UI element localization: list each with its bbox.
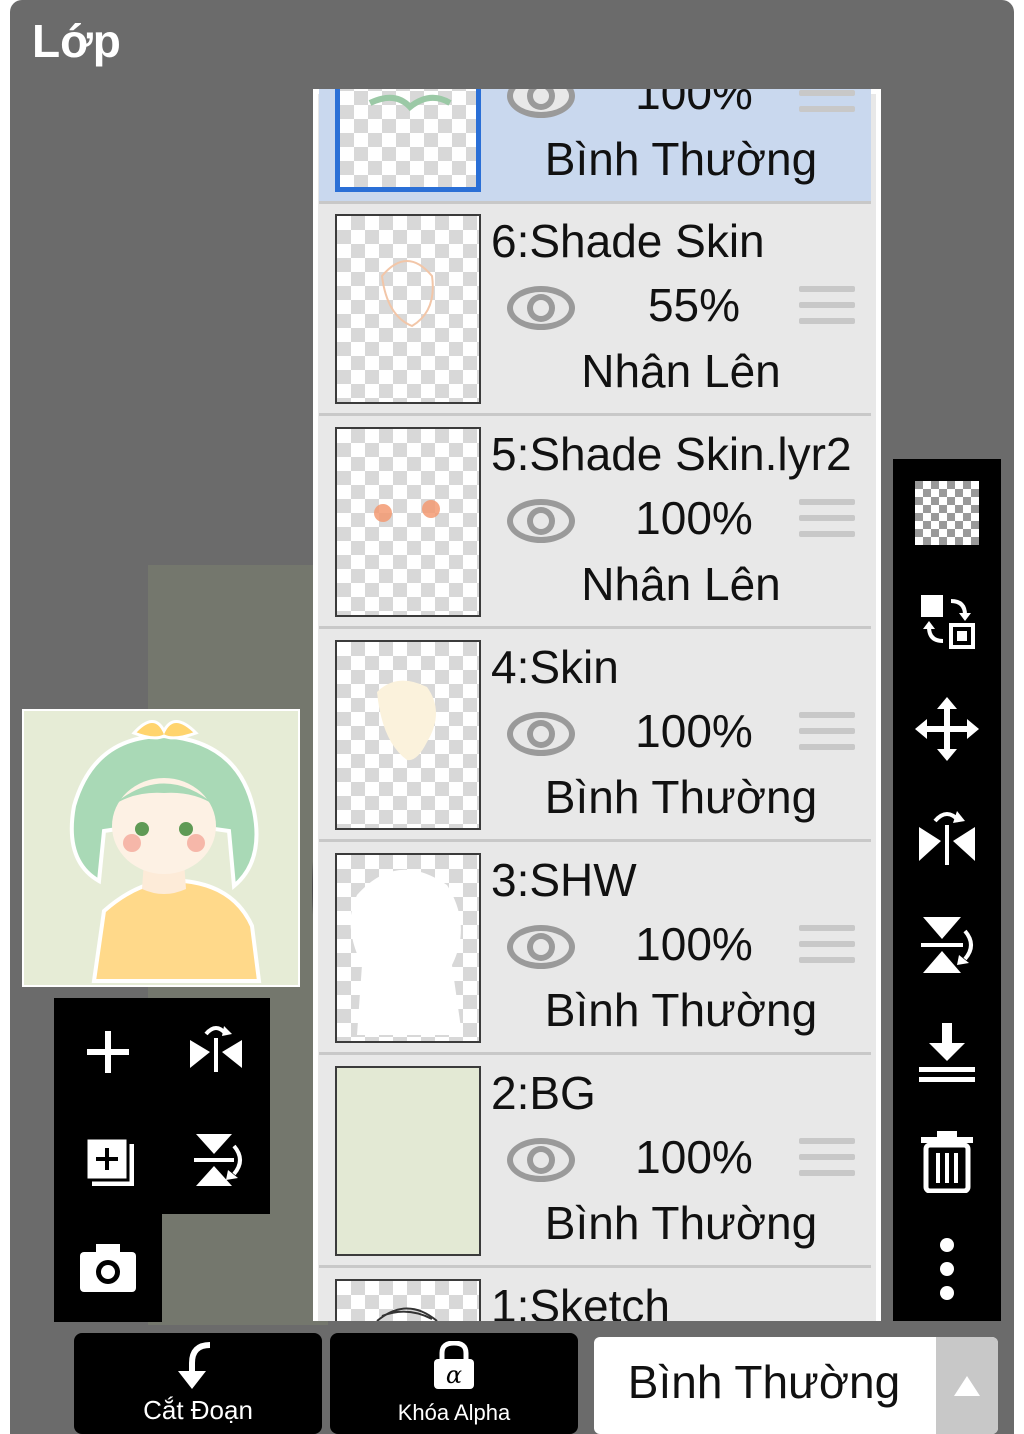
visibility-eye-icon[interactable] (505, 278, 577, 338)
chevron-up-icon (954, 1375, 980, 1396)
layer-row[interactable]: 6:Shade Skin 55% Nhân Lên (319, 206, 871, 416)
layer-thumbnail (335, 853, 481, 1043)
swap-icon (921, 595, 975, 649)
layer-name: 3:SHW (491, 854, 637, 906)
svg-text:α: α (446, 1361, 462, 1389)
visibility-eye-icon[interactable] (505, 1130, 577, 1190)
flip-vertical-canvas-button[interactable] (176, 1120, 256, 1200)
flip-vertical-layer-button[interactable] (907, 905, 987, 985)
layer-row-selected[interactable]: 100% Bình Thường (319, 89, 871, 204)
layer-opacity[interactable]: 100% (609, 704, 779, 758)
move-layer-button[interactable] (907, 689, 987, 769)
layer-thumbnail (335, 1066, 481, 1256)
layer-row[interactable]: 3:SHW 100% Bình Thường (319, 845, 871, 1055)
layer-blend-mode: Nhân Lên (581, 558, 781, 610)
trash-icon (921, 1131, 973, 1193)
transparency-button[interactable] (907, 473, 987, 553)
layer-blend-mode: Bình Thường (544, 133, 818, 185)
clip-arrow-icon (178, 1342, 211, 1389)
flip-vertical-icon (921, 917, 973, 973)
add-layer-button[interactable] (68, 1012, 148, 1092)
add-copy-icon (84, 1136, 134, 1186)
blush-thumb-art (374, 500, 440, 522)
visibility-eye-icon[interactable] (505, 704, 577, 764)
layer-name: 4:Skin (491, 641, 619, 693)
move-arrows-icon (915, 697, 979, 761)
clipping-button[interactable]: Cắt Đoạn (74, 1333, 322, 1434)
layer-opacity[interactable]: 100% (609, 917, 779, 971)
right-toolbar (893, 459, 1001, 1321)
blend-mode-select[interactable]: Bình Thường (594, 1337, 998, 1434)
layer-row[interactable]: 2:BG 100% Bình Thường (319, 1058, 871, 1268)
drag-handle-icon[interactable] (799, 925, 855, 971)
sketch-thumb-art (376, 1307, 438, 1321)
plus-icon (87, 1031, 129, 1073)
drag-handle-icon[interactable] (799, 1138, 855, 1184)
layer-opacity[interactable]: 100% (609, 89, 779, 120)
layer-blend-mode: Nhân Lên (581, 345, 781, 397)
layer-name: 2:BG (491, 1067, 596, 1119)
panel-title: Lớp (32, 15, 121, 67)
merge-down-button[interactable] (907, 1013, 987, 1093)
lock-alpha-icon: α (434, 1341, 474, 1389)
shade-skin-thumb-art (380, 260, 434, 328)
skin-thumb-art (377, 680, 436, 761)
drag-handle-icon[interactable] (799, 712, 855, 758)
checkerboard-icon (915, 481, 979, 545)
shw-thumb-art (350, 869, 462, 1035)
layer-blend-mode: Bình Thường (544, 1197, 818, 1249)
add-layer-copy-button[interactable] (68, 1120, 148, 1200)
import-photo-button[interactable] (68, 1228, 148, 1308)
layer-opacity[interactable]: 55% (609, 278, 779, 332)
flip-vertical-icon (194, 1134, 242, 1186)
leaf-thumb-art (368, 94, 452, 112)
layer-thumbnail (335, 427, 481, 617)
canvas-preview[interactable] (22, 709, 300, 987)
drag-handle-icon[interactable] (799, 89, 855, 120)
layer-blend-mode: Bình Thường (544, 771, 818, 823)
merge-down-icon (919, 1023, 975, 1082)
more-vertical-icon (940, 1238, 954, 1300)
layer-name: 6:Shade Skin (491, 215, 765, 267)
layer-thumbnail (335, 1279, 481, 1321)
visibility-eye-icon[interactable] (505, 89, 577, 126)
delete-layer-button[interactable] (907, 1121, 987, 1201)
preview-illustration (24, 711, 298, 985)
layer-opacity[interactable]: 100% (609, 1130, 779, 1184)
layer-thumbnail (335, 214, 481, 404)
layer-blend-mode: Bình Thường (544, 984, 818, 1036)
more-options-button[interactable] (907, 1229, 987, 1309)
layer-thumbnail (335, 640, 481, 830)
visibility-eye-icon[interactable] (505, 491, 577, 551)
alpha-lock-label: Khóa Alpha (397, 1400, 511, 1425)
flip-horizontal-canvas-button[interactable] (176, 1012, 256, 1092)
layer-row[interactable]: 5:Shade Skin.lyr2 100% Nhân Lên (319, 419, 871, 629)
camera-icon (80, 1244, 136, 1292)
layer-name: 5:Shade Skin.lyr2 (491, 428, 852, 480)
flip-horizontal-icon (190, 1026, 242, 1072)
clipping-label: Cắt Đoạn (143, 1395, 253, 1425)
alpha-lock-button[interactable]: α Khóa Alpha (330, 1333, 578, 1434)
flip-horizontal-layer-button[interactable] (907, 797, 987, 877)
layer-row[interactable]: 4:Skin 100% Bình Thường (319, 632, 871, 842)
layer-opacity[interactable]: 100% (609, 491, 779, 545)
blend-mode-value: Bình Thường (627, 1356, 901, 1408)
flip-horizontal-icon (919, 811, 975, 865)
swap-colors-button[interactable] (907, 581, 987, 661)
blend-mode-dropdown-arrow[interactable] (936, 1337, 998, 1434)
layer-name: 1:Sketch (491, 1280, 670, 1321)
visibility-eye-icon[interactable] (505, 917, 577, 977)
drag-handle-icon[interactable] (799, 286, 855, 332)
layer-row[interactable]: 1:Sketch (319, 1271, 871, 1321)
layer-list[interactable]: 100% Bình Thường 6:Shade Skin 55% Nhân L… (313, 89, 881, 1321)
layer-thumbnail (335, 89, 481, 192)
drag-handle-icon[interactable] (799, 499, 855, 545)
